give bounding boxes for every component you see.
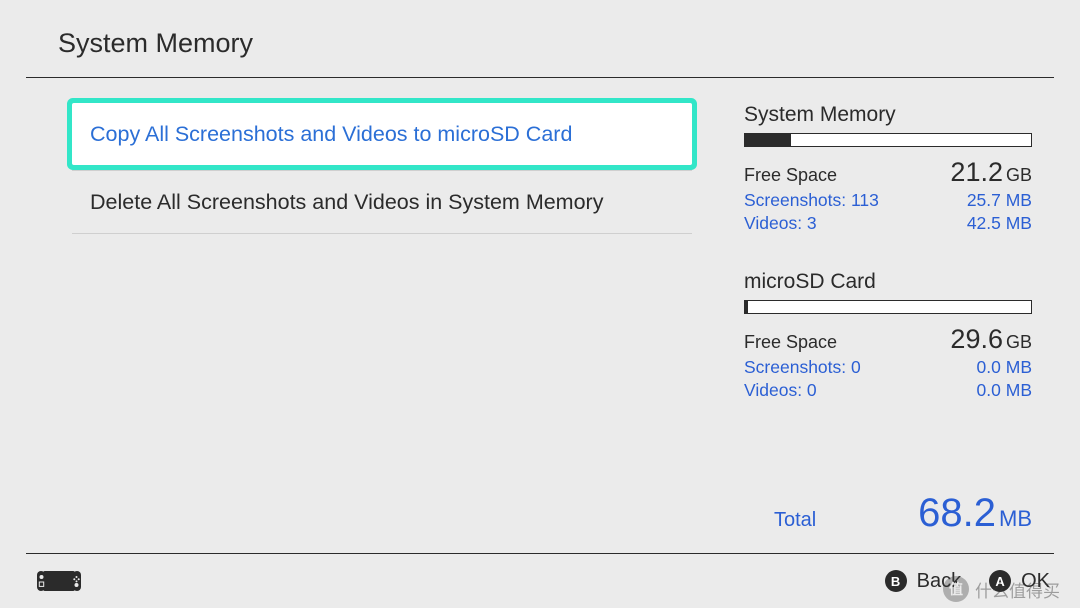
- screenshots-label: Screenshots: 0: [744, 357, 861, 378]
- screenshots-row[interactable]: Screenshots: 0 0.0 MB: [744, 357, 1032, 378]
- controller-icon: [36, 570, 82, 592]
- microsd-usage-fill: [745, 301, 748, 313]
- storage-title: microSD Card: [744, 270, 1032, 294]
- videos-label: Videos: 0: [744, 380, 817, 401]
- screenshots-size: 25.7 MB: [967, 190, 1032, 211]
- total-label: Total: [774, 509, 816, 532]
- menu-item-label: Copy All Screenshots and Videos to micro…: [90, 122, 572, 147]
- total-row: Total 68.2MB: [744, 491, 1032, 536]
- system-memory-usage-bar: [744, 133, 1032, 147]
- free-space-value: 29.6GB: [950, 324, 1032, 355]
- footer: B Back A OK: [0, 554, 1080, 608]
- system-memory-block: System Memory Free Space 21.2GB Screensh…: [744, 103, 1032, 234]
- hint-back: B Back: [885, 570, 961, 593]
- videos-size: 0.0 MB: [977, 380, 1032, 401]
- page-title: System Memory: [58, 28, 1080, 59]
- videos-row[interactable]: Videos: 0 0.0 MB: [744, 380, 1032, 401]
- menu-item-label: Delete All Screenshots and Videos in Sys…: [90, 190, 603, 215]
- menu-item-copy-to-sd[interactable]: Copy All Screenshots and Videos to micro…: [72, 103, 692, 165]
- hint-ok-label: OK: [1021, 570, 1050, 593]
- content: Copy All Screenshots and Videos to micro…: [0, 78, 1080, 536]
- a-button-icon: A: [989, 570, 1011, 592]
- free-space-row: Free Space 21.2GB: [744, 157, 1032, 188]
- free-space-label: Free Space: [744, 332, 837, 353]
- hint-back-label: Back: [917, 570, 961, 593]
- videos-row[interactable]: Videos: 3 42.5 MB: [744, 213, 1032, 234]
- microsd-usage-bar: [744, 300, 1032, 314]
- screenshots-label: Screenshots: 113: [744, 190, 879, 211]
- system-memory-usage-fill: [745, 134, 791, 146]
- menu-list: Copy All Screenshots and Videos to micro…: [72, 103, 692, 536]
- videos-size: 42.5 MB: [967, 213, 1032, 234]
- screenshots-row[interactable]: Screenshots: 113 25.7 MB: [744, 190, 1032, 211]
- hint-ok: A OK: [989, 570, 1050, 593]
- menu-separator: [72, 233, 692, 234]
- screenshots-size: 0.0 MB: [977, 357, 1032, 378]
- microsd-block: microSD Card Free Space 29.6GB Screensho…: [744, 270, 1032, 401]
- header: System Memory: [0, 0, 1080, 77]
- storage-title: System Memory: [744, 103, 1032, 127]
- free-space-value: 21.2GB: [950, 157, 1032, 188]
- total-value: 68.2MB: [918, 491, 1032, 536]
- videos-label: Videos: 3: [744, 213, 817, 234]
- menu-item-delete-all[interactable]: Delete All Screenshots and Videos in Sys…: [72, 171, 692, 233]
- free-space-row: Free Space 29.6GB: [744, 324, 1032, 355]
- free-space-label: Free Space: [744, 165, 837, 186]
- storage-panel: System Memory Free Space 21.2GB Screensh…: [692, 103, 1050, 536]
- b-button-icon: B: [885, 570, 907, 592]
